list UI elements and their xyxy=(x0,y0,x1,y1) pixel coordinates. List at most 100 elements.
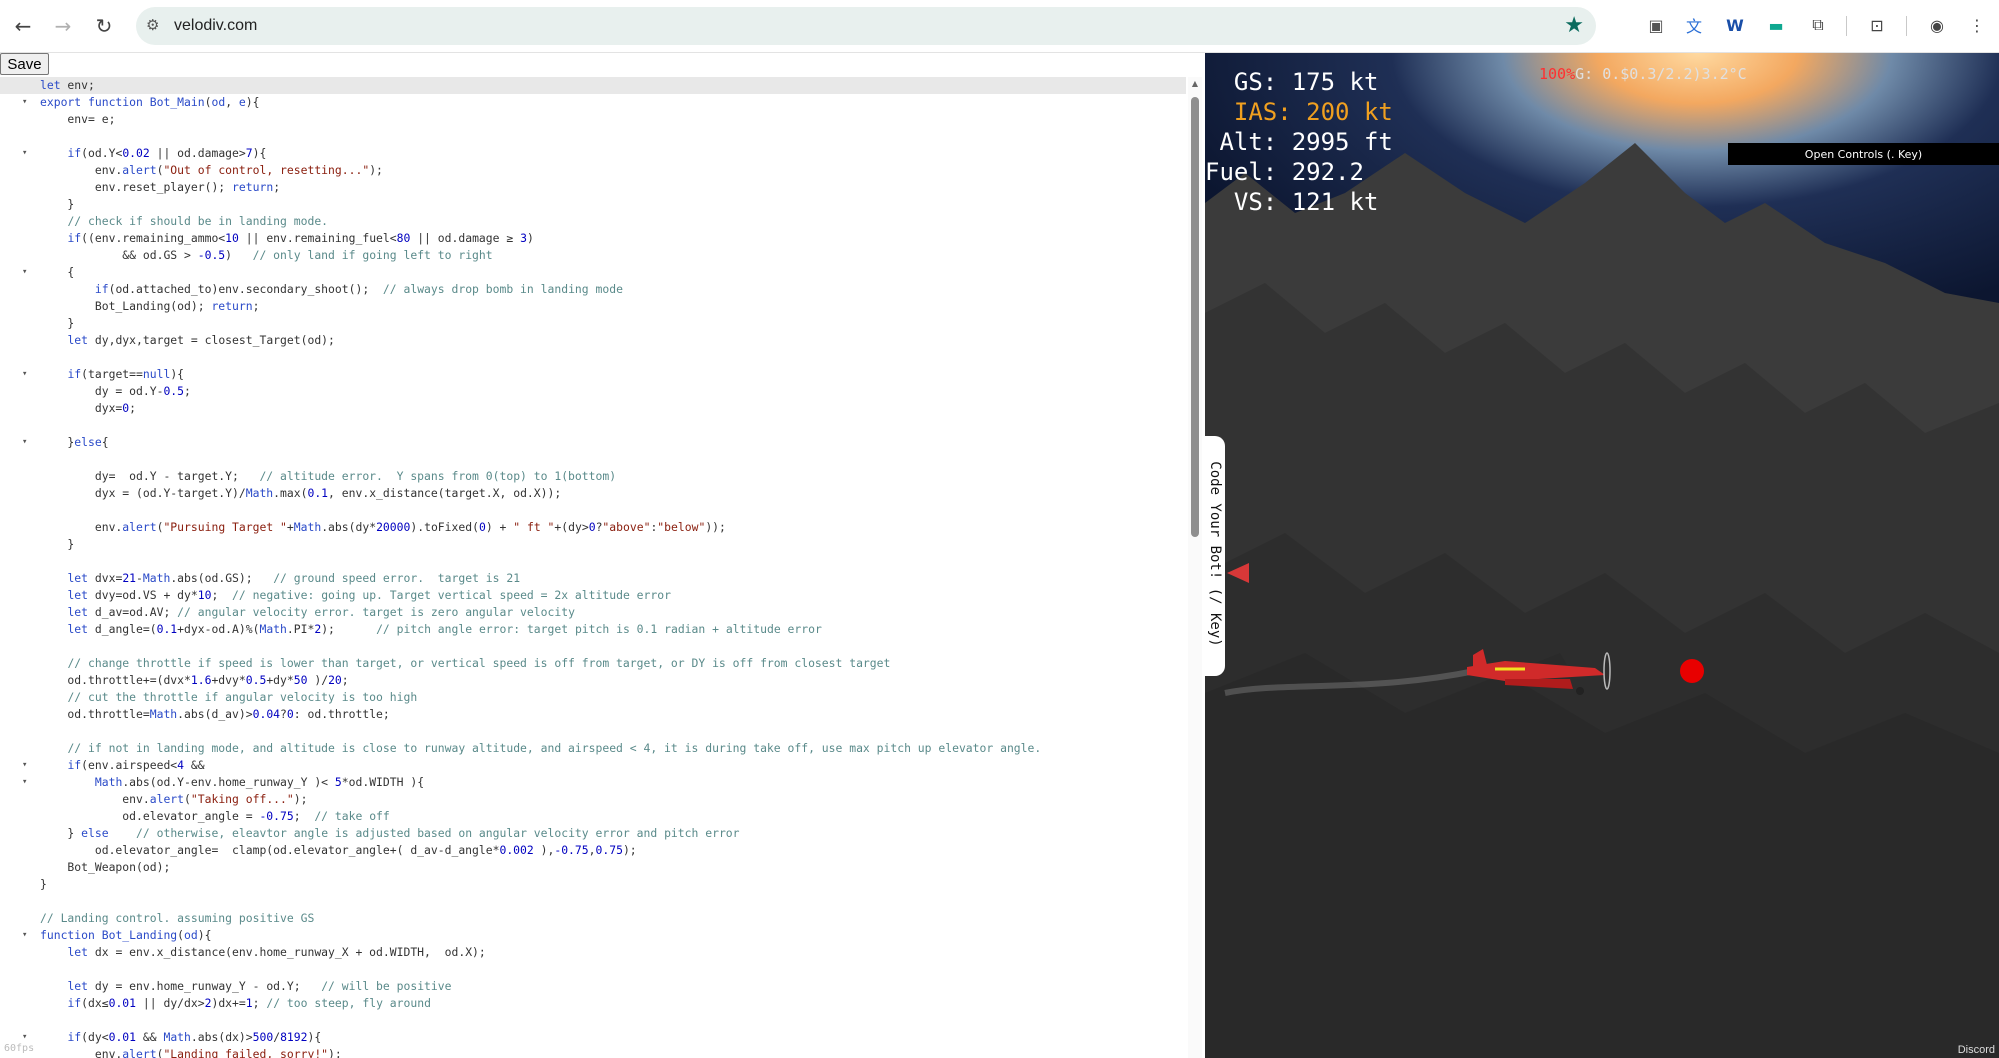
forward-icon[interactable]: → xyxy=(50,13,76,39)
code-text[interactable]: od.throttle=Math.abs(d_av)>0.04?0: od.th… xyxy=(40,706,389,723)
code-text[interactable]: // change throttle if speed is lower tha… xyxy=(40,655,890,672)
code-your-bot-tab[interactable]: Code Your Bot! (/ Key) xyxy=(1205,436,1225,676)
code-line[interactable]: ▾ Math.abs(od.Y-env.home_runway_Y )< 5*o… xyxy=(0,774,1186,791)
code-editor[interactable]: 60fps let env; ▾ export function Bot_Main(… xyxy=(0,77,1192,1058)
code-text[interactable]: // Landing control. assuming positive GS xyxy=(40,910,314,927)
screen-search-icon[interactable]: ⊡ xyxy=(1866,14,1888,36)
menu-icon[interactable]: ⋮ xyxy=(1966,14,1988,36)
bookmark-star-icon[interactable]: ★ xyxy=(1564,13,1584,38)
code-line[interactable]: dy = od.Y-0.5; xyxy=(0,383,1186,400)
code-line[interactable]: ▾ if(env.airspeed<4 && xyxy=(0,757,1186,774)
code-line[interactable] xyxy=(0,417,1186,434)
code-text[interactable]: env.reset_player(); return; xyxy=(40,179,280,196)
code-text[interactable]: } else // otherwise, eleavtor angle is a… xyxy=(40,825,739,842)
code-line[interactable]: env.alert("Taking off..."); xyxy=(0,791,1186,808)
save-button[interactable]: Save xyxy=(0,53,49,75)
extensions-puzzle-icon[interactable]: ⧉ xyxy=(1807,14,1829,36)
code-line[interactable]: let d_angle=(0.1+dyx-od.A)%(Math.PI*2); … xyxy=(0,621,1186,638)
code-line[interactable]: // if not in landing mode, and altitude … xyxy=(0,740,1186,757)
code-text[interactable]: dyx = (od.Y-target.Y)/Math.max(0.1, env.… xyxy=(40,485,561,502)
code-text[interactable]: function Bot_Landing(od){ xyxy=(40,927,211,944)
code-text[interactable]: Math.abs(od.Y-env.home_runway_Y )< 5*od.… xyxy=(40,774,424,791)
code-line[interactable]: let dvy=od.VS + dy*10; // negative: goin… xyxy=(0,587,1186,604)
code-line[interactable]: } else // otherwise, eleavtor angle is a… xyxy=(0,825,1186,842)
code-text[interactable]: let dvy=od.VS + dy*10; // negative: goin… xyxy=(40,587,671,604)
code-text[interactable]: let d_angle=(0.1+dyx-od.A)%(Math.PI*2); … xyxy=(40,621,821,638)
code-line[interactable]: dy= od.Y - target.Y; // altitude error. … xyxy=(0,468,1186,485)
code-line[interactable]: env= e; xyxy=(0,111,1186,128)
code-line[interactable]: if((env.remaining_ammo<10 || env.remaini… xyxy=(0,230,1186,247)
code-text[interactable]: if(od.attached_to)env.secondary_shoot();… xyxy=(40,281,623,298)
fold-toggle-icon[interactable]: ▾ xyxy=(22,927,34,944)
code-text[interactable]: env.alert("Landing failed, sorry!"); xyxy=(40,1046,342,1058)
code-line[interactable]: let dy = env.home_runway_Y - od.Y; // wi… xyxy=(0,978,1186,995)
code-text[interactable]: if(env.airspeed<4 && xyxy=(40,757,204,774)
code-line[interactable]: } xyxy=(0,315,1186,332)
code-text[interactable]: od.throttle+=(dvx*1.6+dvy*0.5+dy*50 )/20… xyxy=(40,672,348,689)
reload-icon[interactable]: ↻ xyxy=(91,13,117,39)
fold-toggle-icon[interactable]: ▾ xyxy=(22,264,34,281)
fold-toggle-icon[interactable]: ▾ xyxy=(22,434,34,451)
code-line[interactable]: Bot_Weapon(od); xyxy=(0,859,1186,876)
code-text[interactable]: env.alert("Pursuing Target "+Math.abs(dy… xyxy=(40,519,726,536)
code-text[interactable]: dy = od.Y-0.5; xyxy=(40,383,191,400)
code-line[interactable]: && od.GS > -0.5) // only land if going l… xyxy=(0,247,1186,264)
code-line[interactable]: dyx = (od.Y-target.Y)/Math.max(0.1, env.… xyxy=(0,485,1186,502)
extension-w-icon[interactable]: W xyxy=(1724,14,1746,36)
code-line[interactable] xyxy=(0,451,1186,468)
code-line[interactable]: dyx=0; xyxy=(0,400,1186,417)
code-text[interactable]: let dx = env.x_distance(env.home_runway_… xyxy=(40,944,485,961)
code-line[interactable] xyxy=(0,638,1186,655)
code-text[interactable]: // check if should be in landing mode. xyxy=(40,213,328,230)
code-line[interactable] xyxy=(0,128,1186,145)
back-icon[interactable]: ← xyxy=(10,13,36,39)
code-line[interactable]: od.elevator_angle = -0.75; // take off xyxy=(0,808,1186,825)
code-line[interactable]: ▾ if(od.Y<0.02 || od.damage>7){ xyxy=(0,145,1186,162)
code-line[interactable]: env.alert("Landing failed, sorry!"); xyxy=(0,1046,1186,1058)
code-text[interactable]: if(od.Y<0.02 || od.damage>7){ xyxy=(40,145,266,162)
code-text[interactable]: { xyxy=(40,264,74,281)
code-text[interactable]: env.alert("Out of control, resetting..."… xyxy=(40,162,383,179)
fold-toggle-icon[interactable]: ▾ xyxy=(22,94,34,111)
open-controls-button[interactable]: Open Controls (. Key) xyxy=(1728,143,1999,165)
code-line[interactable] xyxy=(0,502,1186,519)
code-line[interactable]: // cut the throttle if angular velocity … xyxy=(0,689,1186,706)
code-line[interactable]: let dvx=21-Math.abs(od.GS); // ground sp… xyxy=(0,570,1186,587)
code-line[interactable]: ▾ if(dy<0.01 && Math.abs(dx)>500/8192){ xyxy=(0,1029,1186,1046)
code-text[interactable]: }else{ xyxy=(40,434,108,451)
code-text[interactable]: } xyxy=(40,536,74,553)
code-line[interactable]: let d_av=od.AV; // angular velocity erro… xyxy=(0,604,1186,621)
code-line[interactable]: } xyxy=(0,876,1186,893)
extension-green-icon[interactable]: ▬ xyxy=(1765,14,1787,36)
code-line[interactable]: if(dx≤0.01 || dy/dx>2)dx+=1; // too stee… xyxy=(0,995,1186,1012)
code-text[interactable]: dyx=0; xyxy=(40,400,136,417)
code-text[interactable]: env= e; xyxy=(40,111,115,128)
code-text[interactable]: // cut the throttle if angular velocity … xyxy=(40,689,417,706)
url-text[interactable]: velodiv.com xyxy=(174,17,257,35)
code-text[interactable]: } xyxy=(40,876,47,893)
code-text[interactable]: if((env.remaining_ammo<10 || env.remaini… xyxy=(40,230,533,247)
code-line[interactable]: // Landing control. assuming positive GS xyxy=(0,910,1186,927)
code-text[interactable]: if(target==null){ xyxy=(40,366,184,383)
code-text[interactable]: Bot_Landing(od); return; xyxy=(40,298,260,315)
code-line[interactable]: // change throttle if speed is lower tha… xyxy=(0,655,1186,672)
code-line[interactable]: // check if should be in landing mode. xyxy=(0,213,1186,230)
code-text[interactable]: let dvx=21-Math.abs(od.GS); // ground sp… xyxy=(40,570,520,587)
code-line[interactable] xyxy=(0,723,1186,740)
code-text[interactable]: if(dy<0.01 && Math.abs(dx)>500/8192){ xyxy=(40,1029,321,1046)
code-text[interactable]: export function Bot_Main(od, e){ xyxy=(40,94,259,111)
code-line[interactable]: ▾ function Bot_Landing(od){ xyxy=(0,927,1186,944)
code-line[interactable]: Bot_Landing(od); return; xyxy=(0,298,1186,315)
discord-link[interactable]: Discord xyxy=(1958,1044,1995,1056)
site-settings-icon[interactable]: ⚙ xyxy=(146,16,166,36)
fold-toggle-icon[interactable]: ▾ xyxy=(22,774,34,791)
code-line[interactable]: od.throttle=Math.abs(d_av)>0.04?0: od.th… xyxy=(0,706,1186,723)
code-line[interactable]: od.elevator_angle= clamp(od.elevator_ang… xyxy=(0,842,1186,859)
code-line[interactable] xyxy=(0,961,1186,978)
code-text[interactable]: od.elevator_angle= clamp(od.elevator_ang… xyxy=(40,842,637,859)
code-text[interactable]: let dy = env.home_runway_Y - od.Y; // wi… xyxy=(40,978,451,995)
code-line[interactable]: od.throttle+=(dvx*1.6+dvy*0.5+dy*50 )/20… xyxy=(0,672,1186,689)
address-bar[interactable]: ⚙ velodiv.com ★ xyxy=(136,7,1596,45)
code-line[interactable]: ▾ { xyxy=(0,264,1186,281)
code-text[interactable]: let dy,dyx,target = closest_Target(od); xyxy=(40,332,334,349)
